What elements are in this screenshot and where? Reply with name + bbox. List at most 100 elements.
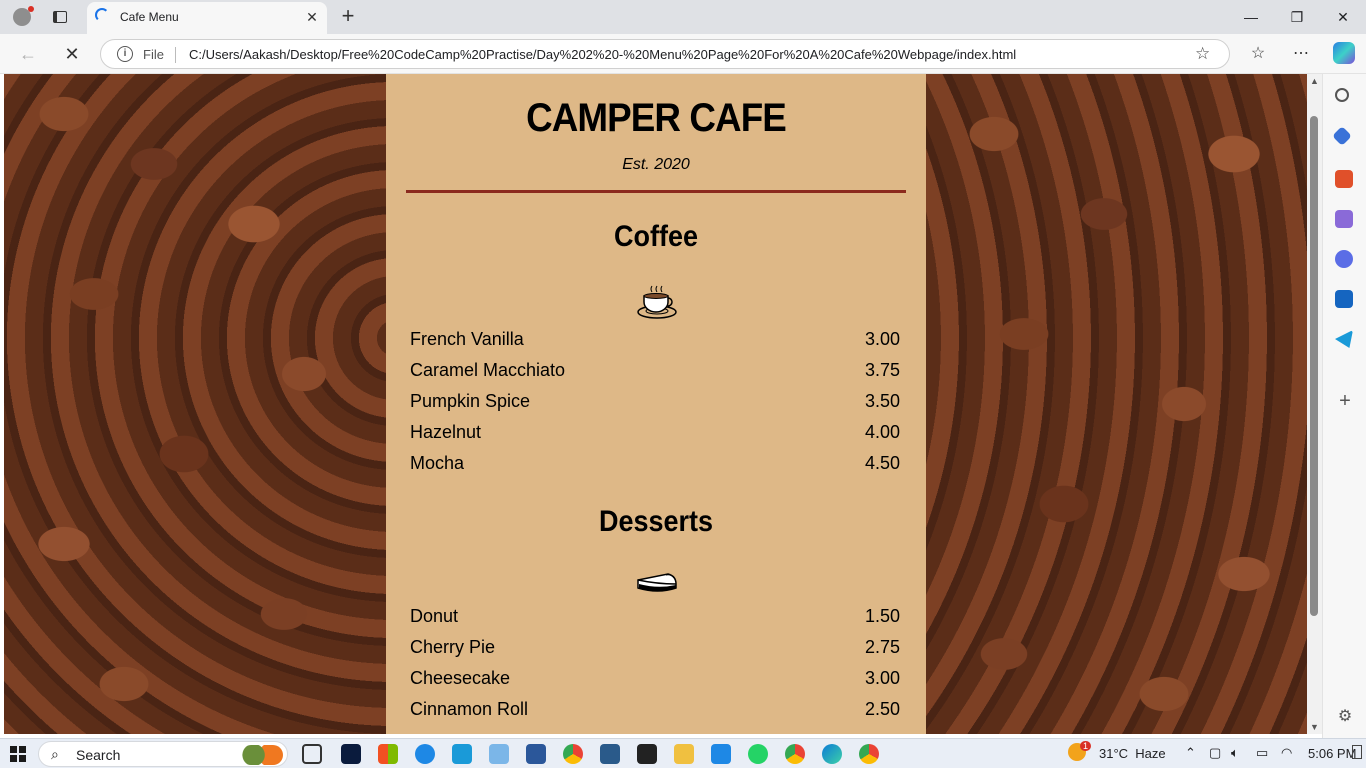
tab-title: Cafe Menu [120,10,179,24]
favorites-icon[interactable]: ☆ [1246,42,1270,66]
app-icon[interactable] [600,744,620,764]
item-price: 3.50 [864,391,900,411]
new-tab-button[interactable]: + [336,4,360,28]
file-explorer-icon[interactable] [674,744,694,764]
item-flavor: Cherry Pie [410,637,496,657]
section-title-coffee: Coffee [613,220,699,253]
close-window-button[interactable]: ✕ [1320,0,1366,34]
send-icon[interactable] [1335,330,1353,348]
address-bar[interactable]: i File C:/Users/Aakash/Desktop/Free%20Co… [100,39,1230,69]
established-year: Est. 2020 [622,156,690,173]
notifications-icon[interactable] [1352,745,1362,759]
tab-strip: Cafe Menu ✕ + — ❐ ✕ [0,0,1366,34]
item-flavor: Donut [410,606,459,626]
minimize-button[interactable]: — [1228,0,1274,34]
stop-loading-button[interactable]: ✕ [60,42,84,66]
sidebar-search-icon[interactable] [1335,88,1349,102]
menu-item: Cinnamon Roll 2.50 [410,699,900,730]
menu-panel: CAMPER CAFE Est. 2020 Coffee French Vani… [386,74,926,734]
notepad-icon[interactable] [489,744,509,764]
menu-item: Pumpkin Spice 3.50 [410,391,900,422]
search-icon: ⌕ [51,746,59,762]
outlook-icon[interactable] [1335,290,1353,308]
item-flavor: Caramel Macchiato [410,360,566,380]
clock[interactable]: 5:06 PM [1308,746,1356,761]
chevron-up-icon[interactable]: ⌃ [1185,745,1196,761]
microsoft-365-icon[interactable] [1335,250,1353,268]
item-price: 3.00 [864,668,900,688]
menu-item: Caramel Macchiato 3.75 [410,360,900,391]
shopping-tag-icon[interactable] [1332,126,1352,146]
scrollbar-thumb[interactable] [1310,116,1318,616]
vscode-icon[interactable] [711,744,731,764]
scroll-down-icon[interactable]: ▼ [1310,722,1319,732]
copilot-icon[interactable] [1333,42,1355,64]
word-icon[interactable] [526,744,546,764]
battery-icon[interactable]: ▭ [1256,745,1268,761]
add-sidebar-app-icon[interactable]: + [1335,390,1355,413]
start-button[interactable] [10,746,26,762]
menu-item: Donut 1.50 [410,606,900,637]
item-price: 1.50 [864,606,900,626]
coffee-cup-icon [637,285,677,319]
favorite-star-icon[interactable]: ☆ [1195,44,1210,64]
restore-button[interactable]: ❐ [1274,0,1320,34]
item-price: 3.00 [864,329,900,349]
scroll-up-icon[interactable]: ▲ [1310,76,1319,86]
wifi-icon[interactable]: ◠ [1281,745,1292,761]
item-price: 2.50 [864,699,900,719]
microsoft-store-icon[interactable] [378,744,398,764]
info-icon[interactable]: i [117,46,133,62]
url-separator [175,47,176,63]
tab-actions-icon[interactable] [46,5,74,29]
chrome-icon[interactable] [859,744,879,764]
menu-item: Cheesecake 3.00 [410,668,900,699]
item-flavor: French Vanilla [410,329,524,349]
search-label: Search [76,747,121,763]
edge-icon[interactable] [822,744,842,764]
item-price: 2.75 [864,637,900,657]
photoshop-icon[interactable] [341,744,361,764]
tab-cafe-menu[interactable]: Cafe Menu ✕ [87,2,327,34]
sidebar-settings-icon[interactable]: ⚙ [1335,706,1355,726]
chrome-icon[interactable] [563,744,583,764]
edge-sidebar: + ⚙ [1322,74,1366,738]
weather-text[interactable]: 31°C Haze [1099,746,1166,761]
taskbar-search[interactable]: ⌕ Search [38,741,288,767]
profile-avatar-icon[interactable] [8,4,36,30]
item-flavor: Cinnamon Roll [410,699,529,719]
close-tab-button[interactable]: ✕ [303,8,321,26]
loading-spinner-icon [95,8,109,22]
volume-icon[interactable]: 🔈︎ [1231,745,1239,761]
sway-icon[interactable] [452,744,472,764]
url-text[interactable]: C:/Users/Aakash/Desktop/Free%20CodeCamp%… [189,47,1016,62]
device-icon[interactable]: ▢ [1209,745,1221,761]
header-divider [406,190,906,193]
tools-briefcase-icon[interactable] [1335,170,1353,188]
task-view-icon[interactable] [302,744,322,764]
url-scheme: File [143,47,164,62]
section-title-desserts: Desserts [598,505,714,538]
games-icon[interactable] [1335,210,1353,228]
weather-badge: 1 [1080,741,1092,751]
menu-item: French Vanilla 3.00 [410,329,900,360]
back-button[interactable]: ← [16,42,40,66]
search-highlight-icon [241,745,283,765]
item-flavor: Mocha [410,453,465,473]
chrome-icon[interactable] [785,744,805,764]
item-flavor: Cheesecake [410,668,511,688]
more-options-icon[interactable]: ⋯ [1289,42,1313,66]
menu-item: Mocha 4.50 [410,453,900,484]
menu-item: Cherry Pie 2.75 [410,637,900,668]
item-flavor: Pumpkin Spice [410,391,531,411]
whatsapp-icon[interactable] [748,744,768,764]
pie-slice-icon [637,573,677,592]
terminal-icon[interactable] [637,744,657,764]
item-price: 4.00 [864,422,900,442]
item-price: 4.50 [864,453,900,473]
browser-toolbar: ← ✕ i File C:/Users/Aakash/Desktop/Free%… [0,34,1366,74]
menu-item: Hazelnut 4.00 [410,422,900,453]
windows-taskbar: ⌕ Search 1 31°C Haze ⌃ ▢ 🔈︎ ▭ ◠ 5:06 PM [0,738,1366,768]
internet-explorer-icon[interactable] [415,744,435,764]
page-scrollbar[interactable]: ▲ ▼ [1307,74,1322,734]
